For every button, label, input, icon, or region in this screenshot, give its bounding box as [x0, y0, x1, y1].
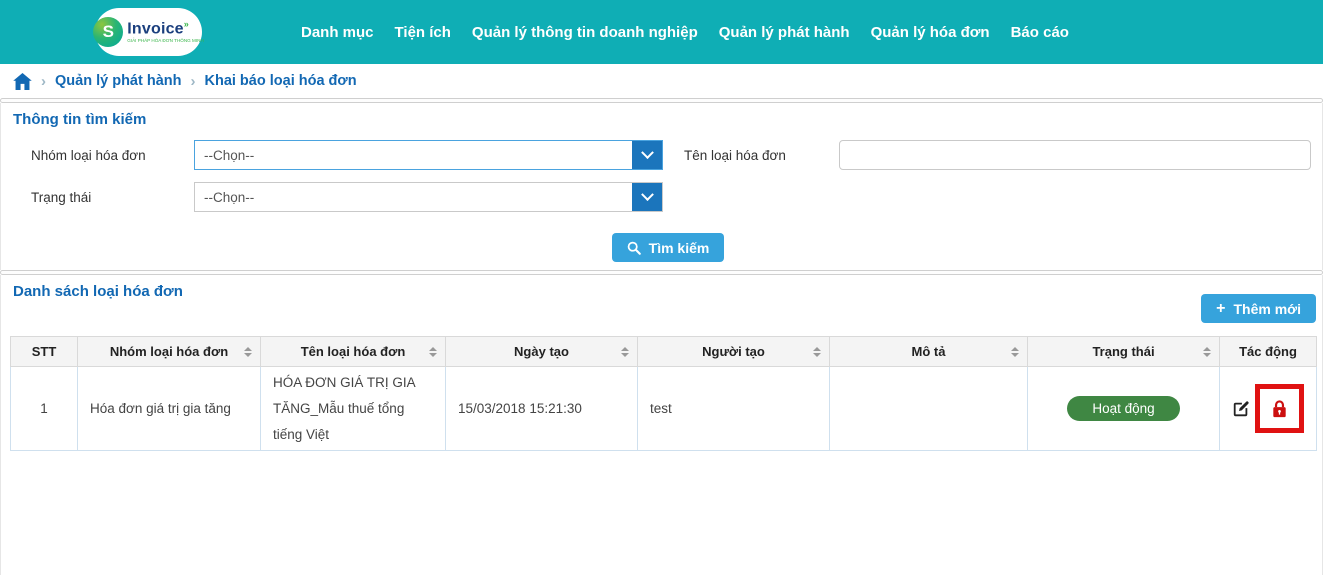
breadcrumb: › Quản lý phát hành › Khai báo loại hóa … [0, 64, 1323, 98]
nav-item-bao-cao[interactable]: Báo cáo [1011, 24, 1069, 41]
cell-stt: 1 [11, 367, 78, 451]
status-badge: Hoạt động [1067, 396, 1180, 421]
table-row: 1 Hóa đơn giá trị gia tăng HÓA ĐƠN GIÁ T… [11, 367, 1317, 451]
column-header-nhom-loai-hoa-don[interactable]: Nhóm loại hóa đơn [78, 337, 261, 367]
nav-item-danh-muc[interactable]: Danh mục [301, 24, 374, 41]
invoice-group-selected-value: --Chọn-- [195, 148, 254, 163]
cell-invoice-group: Hóa đơn giá trị gia tăng [78, 367, 261, 451]
column-header-trang-thai[interactable]: Trạng thái [1028, 337, 1220, 367]
breadcrumb-separator: › [41, 73, 46, 90]
cell-status: Hoạt động [1028, 367, 1220, 451]
chevron-down-icon [641, 146, 654, 159]
sort-icon[interactable] [429, 347, 437, 357]
cell-actions [1220, 367, 1317, 451]
sort-icon[interactable] [1203, 347, 1211, 357]
logo-brand-name: Invoice [127, 20, 184, 37]
nav-item-tien-ich[interactable]: Tiện ích [395, 24, 451, 41]
invoice-name-label: Tên loại hóa đơn [663, 148, 839, 163]
chevron-down-icon [641, 188, 654, 201]
status-label: Trạng thái [1, 190, 194, 205]
search-button[interactable]: Tìm kiếm [612, 233, 725, 262]
nav-item-quan-ly-phat-hanh[interactable]: Quản lý phát hành [719, 24, 850, 41]
column-header-ngay-tao[interactable]: Ngày tạo [446, 337, 638, 367]
lock-button[interactable] [1271, 399, 1288, 419]
table-header-row: STT Nhóm loại hóa đơn Tên loại hóa đơn N… [11, 337, 1317, 367]
cell-invoice-name: HÓA ĐƠN GIÁ TRỊ GIA TĂNG_Mẫu thuế tổng t… [261, 367, 446, 451]
cell-created-by: test [638, 367, 830, 451]
sort-icon[interactable] [1011, 347, 1019, 357]
search-panel-title: Thông tin tìm kiếm [1, 103, 1322, 129]
column-header-stt: STT [11, 337, 78, 367]
cell-description [830, 367, 1028, 451]
invoice-group-label: Nhóm loại hóa đơn [1, 148, 194, 163]
column-header-ten-loai-hoa-don[interactable]: Tên loại hóa đơn [261, 337, 446, 367]
invoice-type-list-panel: Danh sách loại hóa đơn + Thêm mới STT Nh… [0, 275, 1323, 575]
column-header-nguoi-tao[interactable]: Người tạo [638, 337, 830, 367]
sort-icon[interactable] [621, 347, 629, 357]
nav-item-quan-ly-hoa-don[interactable]: Quản lý hóa đơn [871, 24, 990, 41]
search-icon [627, 241, 641, 255]
breadcrumb-separator: › [190, 73, 195, 90]
edit-button[interactable] [1232, 400, 1250, 418]
breadcrumb-item-khai-bao-loai-hoa-don[interactable]: Khai báo loại hóa đơn [204, 73, 356, 89]
invoice-group-dropdown-button[interactable] [632, 141, 662, 169]
search-panel: Thông tin tìm kiếm Nhóm loại hóa đơn --C… [0, 103, 1323, 270]
invoice-name-input[interactable] [839, 140, 1311, 170]
sort-icon[interactable] [813, 347, 821, 357]
search-button-label: Tìm kiếm [649, 240, 710, 256]
logo-tagline: GIẢI PHÁP HÓA ĐƠN THÔNG MINH [127, 39, 204, 44]
list-panel-title: Danh sách loại hóa đơn [1, 275, 1322, 301]
status-select[interactable]: --Chọn-- [194, 182, 663, 212]
status-selected-value: --Chọn-- [195, 190, 254, 205]
home-icon[interactable] [13, 73, 32, 90]
cell-created-date: 15/03/2018 15:21:30 [446, 367, 638, 451]
invoice-group-select[interactable]: --Chọn-- [194, 140, 663, 170]
status-dropdown-button[interactable] [632, 183, 662, 211]
top-navigation-bar: S Invoice» GIẢI PHÁP HÓA ĐƠN THÔNG MINH … [0, 0, 1323, 64]
add-new-button-label: Thêm mới [1233, 301, 1301, 317]
nav-item-quan-ly-thong-tin-doanh-nghiep[interactable]: Quản lý thông tin doanh nghiệp [472, 24, 698, 41]
breadcrumb-item-quan-ly-phat-hanh[interactable]: Quản lý phát hành [55, 73, 181, 89]
annotation-highlight-box [1255, 384, 1304, 433]
logo-quote-icon: » [184, 19, 189, 29]
invoice-type-table: STT Nhóm loại hóa đơn Tên loại hóa đơn N… [10, 336, 1317, 451]
lock-icon [1271, 399, 1288, 419]
sort-icon[interactable] [244, 347, 252, 357]
main-menu: Danh mục Tiện ích Quản lý thông tin doan… [301, 24, 1069, 41]
app-logo[interactable]: S Invoice» GIẢI PHÁP HÓA ĐƠN THÔNG MINH [95, 8, 202, 56]
column-header-tac-dong: Tác động [1220, 337, 1317, 367]
logo-s-icon: S [93, 17, 123, 47]
add-new-button[interactable]: + Thêm mới [1201, 294, 1316, 323]
plus-icon: + [1216, 301, 1225, 317]
edit-icon [1232, 400, 1250, 418]
search-form: Nhóm loại hóa đơn --Chọn-- Tên loại hóa … [1, 129, 1322, 270]
column-header-mo-ta[interactable]: Mô tả [830, 337, 1028, 367]
